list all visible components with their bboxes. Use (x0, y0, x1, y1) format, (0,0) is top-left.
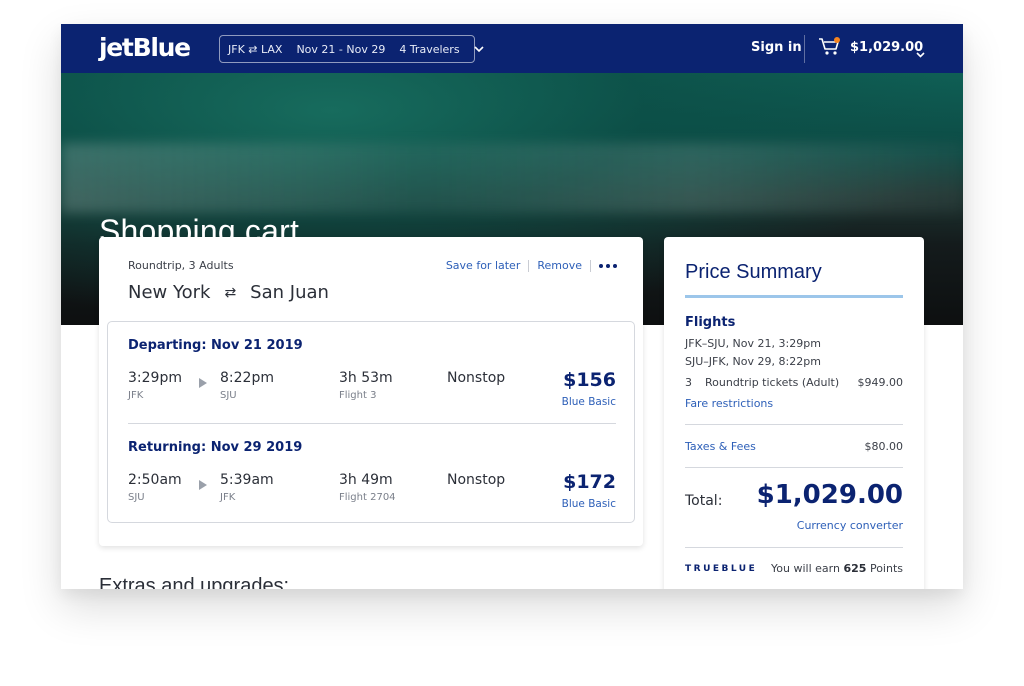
arrive-time: 8:22pm (220, 370, 274, 386)
search-travelers: 4 Travelers (399, 42, 460, 56)
trueblue-row: TRUEBLUE You will earn 625 Points (685, 562, 903, 575)
leg-heading: Returning: Nov 29 2019 (128, 440, 303, 455)
destination-city: San Juan (250, 282, 329, 303)
inbound-flight: SJU–JFK, Nov 29, 8:22pm (685, 355, 821, 368)
hero-image (61, 143, 963, 213)
currency-converter-link[interactable]: Currency converter (797, 519, 903, 532)
leg-heading: Departing: Nov 21 2019 (128, 338, 303, 353)
leg-price: $172 (563, 471, 616, 493)
trip-search-summary[interactable]: JFK ⇄ LAX Nov 21 - Nov 29 4 Travelers (219, 35, 484, 63)
arrive-time: 5:39am (220, 472, 274, 488)
divider (528, 259, 530, 272)
leg-price: $156 (563, 369, 616, 391)
summary-title: Price Summary (685, 261, 822, 283)
duration: 3h 49m (339, 472, 393, 488)
page-frame: jetBlue JFK ⇄ LAX Nov 21 - Nov 29 4 Trav… (61, 24, 963, 589)
stops: Nonstop (447, 472, 506, 488)
flights-label: Flights (685, 315, 736, 330)
arrive-airport: SJU (220, 390, 237, 401)
tickets-label: Roundtrip tickets (Adult) (705, 376, 840, 389)
trip-actions: Save for later Remove (446, 259, 617, 272)
taxes-row: Taxes & Fees $80.00 (685, 440, 903, 453)
fare-type-link[interactable]: Blue Basic (562, 498, 616, 510)
divider (804, 35, 805, 63)
chevron-down-icon[interactable] (473, 45, 484, 53)
duration: 3h 53m (339, 370, 393, 386)
outbound-flight: JFK–SJU, Nov 21, 3:29pm (685, 337, 821, 350)
flight-number: Flight 2704 (339, 492, 396, 503)
trip-card: Roundtrip, 3 Adults Save for later Remov… (99, 237, 643, 546)
save-for-later-link[interactable]: Save for later (446, 259, 521, 272)
earn-prefix: You will earn (771, 562, 840, 575)
price-summary-card: Price Summary Flights JFK–SJU, Nov 21, 3… (664, 237, 924, 589)
depart-airport: SJU (128, 492, 145, 503)
top-navigation: jetBlue JFK ⇄ LAX Nov 21 - Nov 29 4 Trav… (61, 24, 963, 73)
more-options-icon[interactable] (599, 263, 617, 268)
taxes-link[interactable]: Taxes & Fees (685, 440, 756, 453)
taxes-amount: $80.00 (864, 440, 904, 453)
trip-route: New York ⇄ San Juan (128, 282, 329, 303)
arrive-airport: JFK (220, 492, 236, 503)
divider (685, 467, 903, 468)
play-arrow-icon (199, 475, 207, 494)
flight-leg-returning[interactable]: Returning: Nov 29 2019 2:50am SJU 5:39am… (128, 424, 616, 524)
jetblue-logo[interactable]: jetBlue (99, 33, 191, 62)
divider (590, 259, 591, 272)
sign-in-link[interactable]: Sign in (751, 40, 802, 55)
flight-leg-departing[interactable]: Departing: Nov 21 2019 3:29pm JFK 8:22pm… (128, 322, 616, 422)
trip-type: Roundtrip, 3 Adults (128, 259, 234, 272)
points-earned: You will earn 625 Points (771, 562, 903, 575)
search-route: JFK ⇄ LAX (228, 42, 283, 56)
play-arrow-icon (199, 373, 207, 392)
fare-restrictions-link[interactable]: Fare restrictions (685, 397, 773, 410)
flight-legs: Departing: Nov 21 2019 3:29pm JFK 8:22pm… (107, 321, 635, 523)
cart-icon[interactable] (818, 37, 842, 61)
tickets-row: 3 Roundtrip tickets (Adult) $949.00 (685, 376, 903, 389)
chevron-down-icon[interactable] (916, 43, 925, 62)
flight-number: Flight 3 (339, 390, 377, 401)
depart-time: 2:50am (128, 472, 182, 488)
divider (685, 424, 903, 425)
search-dates: Nov 21 - Nov 29 (296, 42, 386, 56)
remove-link[interactable]: Remove (537, 259, 582, 272)
cart-total[interactable]: $1,029.00 (850, 40, 923, 55)
origin-city: New York (128, 282, 211, 303)
total-label: Total: (685, 493, 723, 509)
tickets-qty: 3 (685, 376, 692, 389)
summary-accent-rule (685, 295, 903, 298)
fare-type-link[interactable]: Blue Basic (562, 396, 616, 408)
extras-heading: Extras and upgrades: (99, 575, 290, 589)
earn-suffix: Points (869, 562, 903, 575)
stops: Nonstop (447, 370, 506, 386)
trueblue-logo: TRUEBLUE (685, 563, 758, 574)
depart-airport: JFK (128, 390, 144, 401)
total-amount: $1,029.00 (756, 480, 903, 510)
earn-points: 625 (843, 562, 867, 575)
tickets-amount: $949.00 (857, 376, 904, 389)
depart-time: 3:29pm (128, 370, 182, 386)
divider (685, 547, 903, 548)
swap-icon: ⇄ (224, 284, 237, 301)
